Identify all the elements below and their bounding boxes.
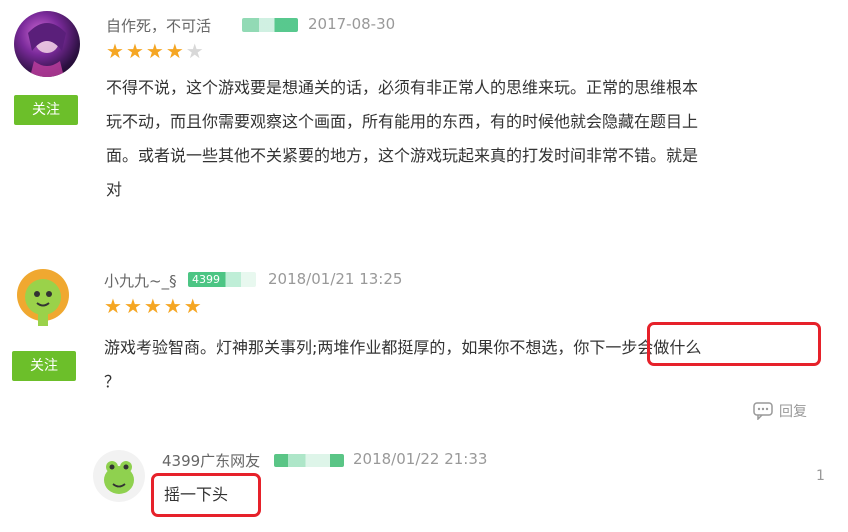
reply-label: 回复 (779, 404, 807, 420)
comment-line: 对 (106, 180, 123, 199)
star-icon: ★ (163, 294, 184, 318)
rating-stars-comment-1: ★★★★★ (106, 41, 206, 61)
comment-text: 游戏考验智商。灯神那关事列;两堆作业都挺厚的，如果你不想选， (104, 338, 574, 357)
reply-user-badge (274, 454, 344, 467)
lion-avatar-icon (17, 269, 69, 326)
star-empty-icon: ★ (185, 39, 206, 63)
reply-floor-number: 1 (816, 468, 825, 484)
rating-stars-comment-2: ★★★★★ (104, 296, 204, 316)
star-icon: ★ (104, 294, 124, 318)
comment-date-1: 2017-08-30 (308, 15, 396, 33)
highlight-box-question (647, 322, 821, 366)
reply-date: 2018/01/22 21:33 (353, 450, 488, 468)
username-comment-1[interactable]: 自作死，不可活 (106, 15, 211, 36)
avatar-comment-1[interactable] (14, 11, 80, 77)
comment-line: 面。或者说一些其他不关紧要的地方，这个游戏玩起来真的打发时间非常不错。就是 (106, 146, 699, 165)
reply-username[interactable]: 4399广东网友 (162, 450, 260, 471)
frog-avatar-icon (104, 461, 134, 494)
comment-body-1: 不得不说，这个游戏要是想通关的话，必须有非正常人的思维来玩。正常的思维根本 玩不… (106, 71, 816, 207)
star-icon: ★ (145, 39, 166, 63)
user-level-badge-1 (242, 18, 298, 32)
comment-line: 玩不动，而且你需要观察这个画面，所有能用的东西，有的时候他就会隐藏在题目上 (106, 112, 699, 131)
star-icon: ★ (125, 39, 146, 63)
reply-button[interactable]: 回复 (753, 401, 807, 421)
badge-text: 4399 (192, 273, 220, 286)
star-icon: ★ (123, 294, 144, 318)
star-icon: ★ (143, 294, 164, 318)
avatar-comment-2[interactable] (12, 266, 74, 328)
username-comment-2[interactable]: 小九九~_§ (104, 270, 177, 291)
comment-date-2: 2018/01/21 13:25 (268, 270, 403, 288)
star-icon: ★ (183, 294, 204, 318)
star-icon: ★ (165, 39, 186, 63)
user-level-badge-2: 4399 (188, 272, 256, 287)
comment-bubble-icon (753, 402, 773, 420)
star-icon: ★ (106, 39, 126, 63)
anime-avatar-icon (28, 23, 66, 77)
comment-line: ？ (104, 372, 121, 391)
comment-line: 不得不说，这个游戏要是想通关的话，必须有非正常人的思维来玩。正常的思维根本 (106, 78, 699, 97)
follow-button-comment-2[interactable]: 关注 (12, 351, 76, 381)
avatar-reply[interactable] (93, 450, 145, 502)
highlight-box-reply (151, 473, 261, 517)
follow-button-comment-1[interactable]: 关注 (14, 95, 78, 125)
